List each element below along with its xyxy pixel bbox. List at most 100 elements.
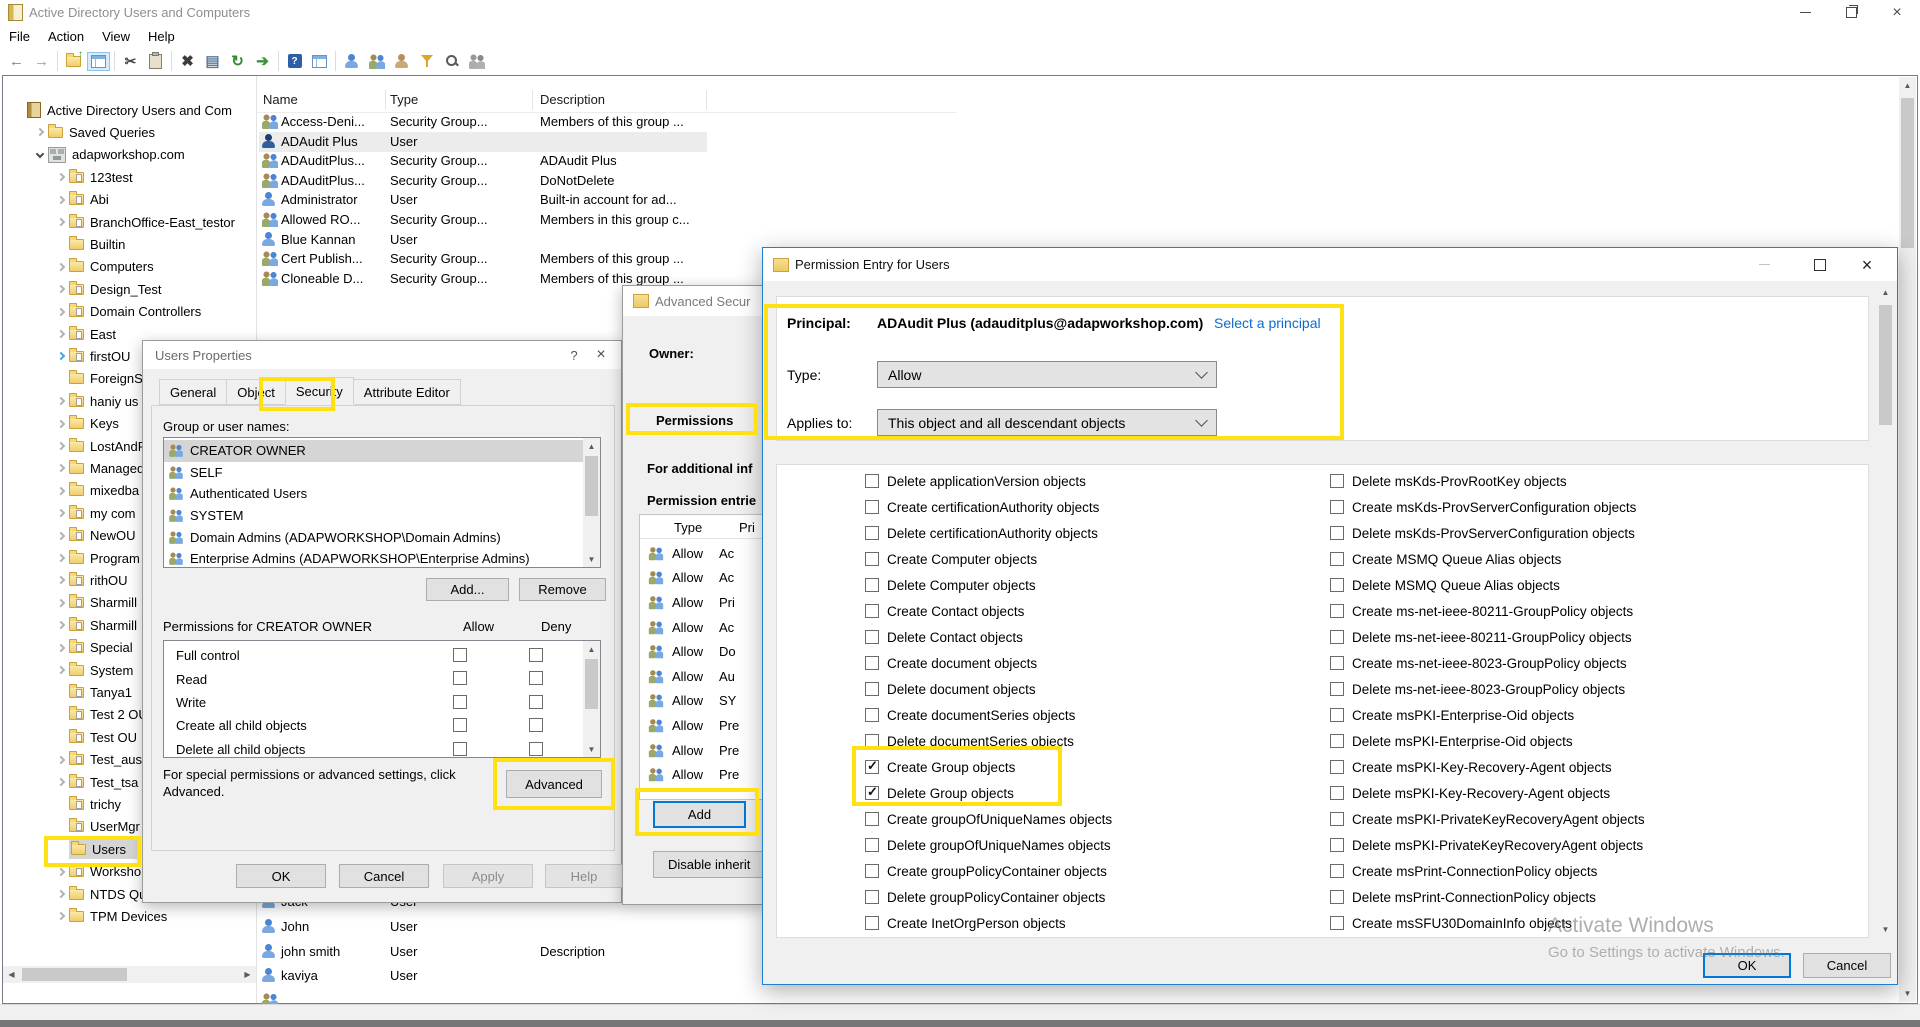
create-user-icon[interactable] (339, 49, 364, 73)
create-group-icon[interactable] (364, 49, 389, 73)
chevron-icon[interactable] (53, 174, 69, 180)
chevron-icon[interactable] (53, 600, 69, 606)
scroll-down-icon[interactable]: ▼ (1899, 985, 1916, 1002)
table-row[interactable]: ADAudit PlusUser (257, 133, 957, 152)
help-icon[interactable]: ? (282, 49, 307, 73)
table-row[interactable]: Allowed RO...Security Group...Members in… (257, 211, 957, 230)
table-row[interactable]: ADAuditPlus...Security Group...ADAudit P… (257, 152, 957, 171)
permission-checkbox[interactable] (865, 656, 879, 670)
dialog-help-icon[interactable]: ? (557, 348, 591, 363)
tab-security[interactable]: Security (285, 377, 354, 405)
menu-view[interactable]: View (93, 29, 139, 44)
table-row[interactable]: ADAuditPlus...Security Group...DoNotDele… (257, 172, 957, 191)
ok-button[interactable]: OK (236, 864, 326, 888)
add-member-icon[interactable] (389, 49, 414, 73)
permission-entry-row[interactable]: AllowAc (640, 566, 764, 591)
permission-checkbox[interactable] (865, 500, 879, 514)
chevron-icon[interactable] (53, 443, 69, 449)
permission-entry-row[interactable]: AllowAc (640, 541, 764, 566)
deny-checkbox[interactable] (529, 718, 543, 732)
permission-checkbox[interactable] (1330, 656, 1344, 670)
permission-entry-row[interactable]: AllowPre (640, 713, 764, 738)
chevron-icon[interactable] (53, 286, 69, 292)
paste-icon[interactable] (143, 49, 168, 73)
remove-button[interactable]: Remove (519, 578, 606, 601)
refresh-icon[interactable]: ↻ (225, 49, 250, 73)
apply-button[interactable]: Apply (443, 864, 533, 888)
chevron-icon[interactable] (53, 577, 69, 583)
chevron-icon[interactable] (53, 510, 69, 516)
deny-checkbox[interactable] (529, 742, 543, 756)
chevron-icon[interactable] (53, 533, 69, 539)
special-permissions-icon[interactable] (464, 49, 489, 73)
chevron-icon[interactable] (53, 667, 69, 673)
permission-checkbox[interactable] (1330, 708, 1344, 722)
deny-checkbox[interactable] (529, 648, 543, 662)
chevron-icon[interactable] (53, 264, 69, 270)
permission-checkbox[interactable] (1330, 474, 1344, 488)
permission-entry-row[interactable]: AllowAu (640, 664, 764, 689)
scroll-up-icon[interactable]: ▲ (1899, 77, 1916, 94)
permission-entry-row[interactable]: AllowAc (640, 615, 764, 640)
select-principal-link[interactable]: Select a principal (1214, 315, 1321, 331)
permission-checkbox[interactable] (865, 760, 879, 774)
group-name-item[interactable]: CREATOR OWNER (164, 440, 583, 462)
chevron-icon[interactable] (53, 913, 69, 919)
properties-icon[interactable]: ▤ (200, 49, 225, 73)
chevron-icon[interactable] (53, 779, 69, 785)
scroll-down-icon[interactable]: ▼ (583, 551, 600, 567)
permission-checkbox[interactable] (1330, 552, 1344, 566)
group-name-item[interactable]: Authenticated Users (164, 483, 583, 505)
permission-entry-row[interactable]: AllowSY (640, 689, 764, 714)
permission-checkbox[interactable] (1330, 890, 1344, 904)
group-name-item[interactable]: Domain Admins (ADAPWORKSHOP\Domain Admin… (164, 526, 583, 548)
scroll-up-icon[interactable]: ▲ (1877, 284, 1894, 301)
chevron-icon[interactable] (32, 153, 48, 157)
permission-entries-table[interactable]: Type Pri AllowAcAllowAcAllowPriAllowAcAl… (639, 514, 764, 800)
group-name-item[interactable]: SELF (164, 462, 583, 484)
minimize-button[interactable] (1737, 252, 1792, 277)
principal-column-header[interactable]: Pri (739, 520, 755, 535)
help-button[interactable]: Help (545, 864, 623, 888)
type-dropdown[interactable]: Allow (877, 361, 1217, 388)
chevron-icon[interactable] (53, 645, 69, 651)
export-list-icon[interactable]: ➔ (250, 49, 275, 73)
chevron-icon[interactable] (53, 421, 69, 427)
restore-button[interactable] (1828, 0, 1874, 25)
cancel-button[interactable]: Cancel (339, 864, 429, 888)
chevron-icon[interactable] (53, 331, 69, 337)
scroll-right-icon[interactable]: ▶ (239, 970, 256, 979)
dialog-vertical-scrollbar[interactable]: ▲ ▼ (1877, 284, 1894, 938)
tab-object[interactable]: Object (226, 379, 286, 405)
tab-general[interactable]: General (159, 379, 227, 405)
menu-action[interactable]: Action (39, 29, 93, 44)
permission-checkbox[interactable] (1330, 500, 1344, 514)
cancel-button[interactable]: Cancel (1803, 953, 1891, 978)
close-button[interactable]: × (1847, 252, 1887, 277)
tab-attribute-editor[interactable]: Attribute Editor (353, 379, 461, 405)
dialog-close-icon[interactable]: × (591, 347, 611, 363)
show-console-tree-icon[interactable] (86, 49, 111, 73)
chevron-icon[interactable] (53, 757, 69, 763)
permission-checkbox[interactable] (865, 630, 879, 644)
chevron-icon[interactable] (53, 622, 69, 628)
permission-entry-row[interactable]: AllowDo (640, 639, 764, 664)
permissions-tab[interactable]: Permissions (656, 413, 733, 428)
deny-checkbox[interactable] (529, 695, 543, 709)
type-column-header[interactable]: Type (674, 520, 702, 535)
permission-checkbox[interactable] (1330, 864, 1344, 878)
deny-checkbox[interactable] (529, 671, 543, 685)
chevron-icon[interactable] (53, 197, 69, 203)
permission-checkbox[interactable] (865, 526, 879, 540)
delete-icon[interactable]: ✖ (175, 49, 200, 73)
allow-checkbox[interactable] (453, 671, 467, 685)
group-names-listbox[interactable]: CREATOR OWNERSELFAuthenticated UsersSYST… (163, 437, 601, 568)
filter-icon[interactable] (414, 49, 439, 73)
menu-file[interactable]: File (0, 29, 39, 44)
new-window-icon[interactable] (307, 49, 332, 73)
permission-checkbox[interactable] (1330, 578, 1344, 592)
permission-checkbox[interactable] (865, 578, 879, 592)
permission-checkbox[interactable] (865, 864, 879, 878)
menu-help[interactable]: Help (139, 29, 184, 44)
permission-checkbox[interactable] (865, 474, 879, 488)
